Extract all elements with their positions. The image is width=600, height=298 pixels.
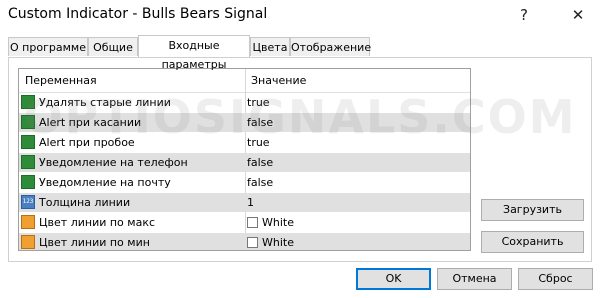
parameters-grid: Переменная Значение Удалять старые линии… xyxy=(18,68,471,251)
param-row[interactable]: Alert при пробое true xyxy=(19,133,470,152)
param-value[interactable]: false xyxy=(247,116,273,129)
param-row[interactable]: Цвет линии по макс White xyxy=(19,213,470,232)
save-button[interactable]: Сохранить xyxy=(481,231,584,253)
window-title: Custom Indicator - Bulls Bears Signal xyxy=(8,6,268,22)
param-value[interactable]: White xyxy=(247,236,294,249)
param-name: Цвет линии по макс xyxy=(39,216,156,229)
param-value[interactable]: false xyxy=(247,176,273,189)
bool-param-icon xyxy=(21,95,35,109)
tab-input-parameters[interactable]: Входные параметры xyxy=(138,35,250,71)
bool-param-icon xyxy=(21,155,35,169)
tab-about[interactable]: О программе xyxy=(8,37,88,56)
param-row[interactable]: Уведомление на телефон false xyxy=(19,153,470,172)
column-header-value[interactable]: Значение xyxy=(251,74,306,87)
param-row[interactable]: 123 Толщина линии 1 xyxy=(19,193,470,212)
close-button[interactable]: ✕ xyxy=(566,4,590,26)
tab-general[interactable]: Общие xyxy=(88,37,138,56)
color-param-icon xyxy=(21,235,35,249)
param-name: Уведомление на телефон xyxy=(39,156,188,169)
param-value[interactable]: true xyxy=(247,96,270,109)
column-header-variable[interactable]: Переменная xyxy=(25,74,97,87)
param-name: Уведомление на почту xyxy=(39,176,171,189)
color-value-label: White xyxy=(262,216,294,229)
color-param-icon xyxy=(21,215,35,229)
tab-display[interactable]: Отображение xyxy=(290,37,371,56)
int-param-icon: 123 xyxy=(21,195,35,209)
param-value[interactable]: White xyxy=(247,216,294,229)
bool-param-icon xyxy=(21,115,35,129)
param-name: Цвет линии по мин xyxy=(39,236,150,249)
param-name: Толщина линии xyxy=(39,196,131,209)
param-value[interactable]: false xyxy=(247,156,273,169)
cancel-button[interactable]: Отмена xyxy=(437,268,512,290)
param-value[interactable]: true xyxy=(247,136,270,149)
color-value-label: White xyxy=(262,236,294,249)
load-button[interactable]: Загрузить xyxy=(481,199,584,221)
param-name: Alert при пробое xyxy=(39,136,135,149)
bool-param-icon xyxy=(21,135,35,149)
ok-button[interactable]: OK xyxy=(356,268,431,290)
param-name: Удалять старые линии xyxy=(39,96,171,109)
param-row[interactable]: Удалять старые линии true xyxy=(19,93,470,112)
param-row[interactable]: Цвет линии по мин White xyxy=(19,233,470,250)
help-button[interactable]: ? xyxy=(512,4,536,26)
tab-colors[interactable]: Цвета xyxy=(250,37,290,56)
param-value[interactable]: 1 xyxy=(247,196,254,209)
param-row[interactable]: Alert при касании false xyxy=(19,113,470,132)
reset-button[interactable]: Сброс xyxy=(518,268,593,290)
param-row[interactable]: Уведомление на почту false xyxy=(19,173,470,192)
title-bar: Custom Indicator - Bulls Bears Signal ? … xyxy=(0,0,600,30)
bool-param-icon xyxy=(21,175,35,189)
color-swatch[interactable] xyxy=(247,217,258,228)
param-name: Alert при касании xyxy=(39,116,142,129)
color-swatch[interactable] xyxy=(247,237,258,248)
